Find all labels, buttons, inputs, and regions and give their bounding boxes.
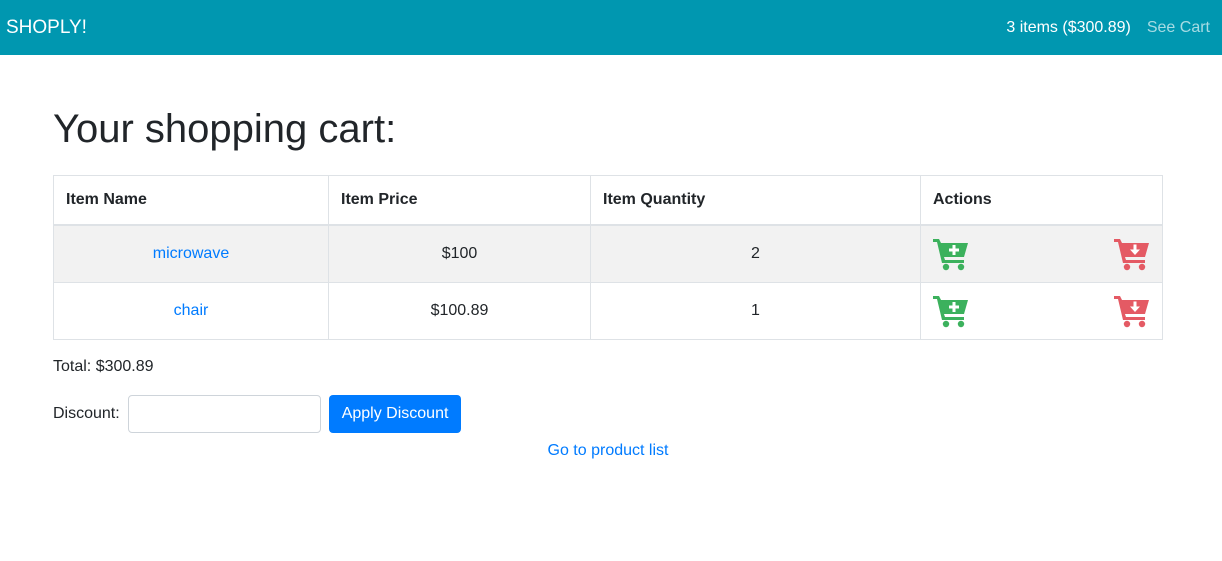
table-row: microwave $100 2 <box>53 224 1163 283</box>
cart-total: Total: $300.89 <box>53 358 154 375</box>
item-name-link[interactable]: microwave <box>153 245 229 262</box>
item-quantity: 2 <box>590 224 921 283</box>
header-item-quantity: Item Quantity <box>590 175 921 226</box>
brand-logo[interactable]: SHOPLY! <box>6 17 87 39</box>
discount-label: Discount: <box>53 405 120 422</box>
go-to-product-list-link[interactable]: Go to product list <box>53 442 1163 460</box>
table-header-row: Item Name Item Price Item Quantity Actio… <box>53 175 1163 226</box>
cart-plus-icon[interactable] <box>933 237 969 271</box>
header-item-name: Item Name <box>53 175 329 226</box>
actions-cell <box>920 224 1163 283</box>
cart-plus-icon[interactable] <box>933 294 969 328</box>
navbar: SHOPLY! 3 items ($300.89) See Cart <box>0 0 1222 55</box>
page-title: Your shopping cart: <box>53 107 397 151</box>
header-item-price: Item Price <box>328 175 591 226</box>
cart-arrow-down-icon[interactable] <box>1114 294 1150 328</box>
item-quantity: 1 <box>590 282 921 340</box>
item-price: $100 <box>328 224 591 283</box>
item-price: $100.89 <box>328 282 591 340</box>
main-content: Your shopping cart: Item Name Item Price… <box>53 55 1163 460</box>
header-actions: Actions <box>920 175 1163 226</box>
cart-summary: 3 items ($300.89) <box>1006 18 1131 36</box>
table-row: chair $100.89 1 <box>53 282 1163 340</box>
navbar-right: 3 items ($300.89) See Cart <box>1006 19 1222 37</box>
item-name-link[interactable]: chair <box>174 302 209 319</box>
cart-table: Item Name Item Price Item Quantity Actio… <box>53 175 1163 340</box>
see-cart-link[interactable]: See Cart <box>1147 19 1210 37</box>
actions-cell <box>920 282 1163 340</box>
discount-form: Discount: Apply Discount <box>53 395 1163 433</box>
item-name-cell: chair <box>53 282 329 340</box>
discount-input[interactable] <box>127 395 321 433</box>
cart-arrow-down-icon[interactable] <box>1114 237 1150 271</box>
apply-discount-button[interactable]: Apply Discount <box>328 395 462 433</box>
item-name-cell: microwave <box>53 224 329 283</box>
